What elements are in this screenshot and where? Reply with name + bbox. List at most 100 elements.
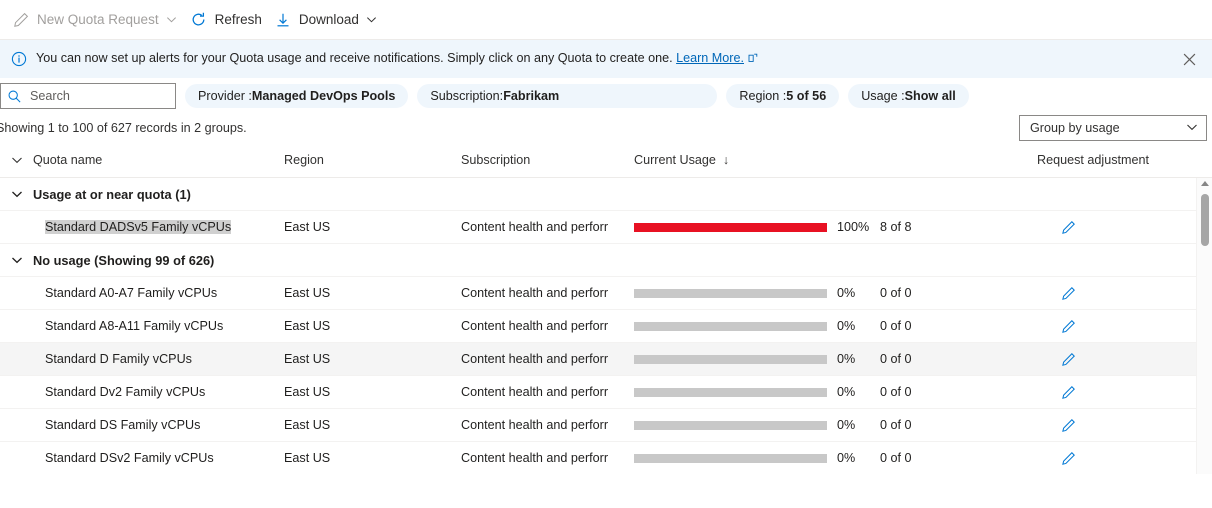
cell-subscription: Content health and perforr — [461, 352, 609, 366]
pencil-icon[interactable] — [1059, 350, 1077, 368]
header-quota-name[interactable]: Quota name — [33, 153, 284, 167]
usage-count: 8 of 8 — [880, 220, 912, 234]
cell-request-adjustment — [1037, 284, 1204, 302]
summary-bar: Showing 1 to 100 of 627 records in 2 gro… — [0, 114, 1212, 142]
header-region[interactable]: Region — [284, 153, 461, 167]
arrow-up-icon[interactable] — [1200, 181, 1209, 186]
usage-count: 0 of 0 — [880, 385, 912, 399]
pencil-icon[interactable] — [1059, 416, 1077, 434]
usage-bar — [634, 222, 827, 232]
usage-count: 0 of 0 — [880, 451, 912, 465]
download-label: Download — [298, 11, 359, 27]
cell-quota-name[interactable]: Standard DS Family vCPUs — [33, 418, 284, 432]
cell-subscription: Content health and perforr — [461, 286, 609, 300]
cell-current-usage: 0% 0 of 0 — [634, 286, 1037, 300]
new-quota-request-label: New Quota Request — [37, 11, 159, 27]
refresh-label: Refresh — [214, 11, 262, 27]
cell-subscription: Content health and perforr — [461, 220, 609, 234]
usage-bar-fill — [634, 222, 827, 232]
filter-pill-region[interactable]: Region : 5 of 56 — [726, 84, 840, 108]
table-row[interactable]: Standard Dv2 Family vCPUs East US Conten… — [0, 376, 1212, 409]
download-button[interactable]: Download — [268, 4, 384, 36]
pencil-icon[interactable] — [1059, 218, 1077, 236]
cell-current-usage: 100% 8 of 8 — [634, 220, 1037, 234]
scroll-thumb[interactable] — [1201, 194, 1209, 246]
group-header-row[interactable]: Usage at or near quota (1) — [0, 178, 1212, 211]
cell-request-adjustment — [1037, 449, 1204, 467]
cell-request-adjustment — [1037, 383, 1204, 401]
header-current-usage[interactable]: Current Usage ↓ — [634, 153, 1037, 167]
usage-bar — [634, 453, 827, 463]
banner-text: You can now set up alerts for your Quota… — [36, 51, 758, 67]
filter-pill-subscription[interactable]: Subscription: Fabrikam — [417, 84, 718, 108]
filter-pill-subscription-value: Fabrikam — [503, 89, 560, 103]
filter-pill-provider[interactable]: Provider : Managed DevOps Pools — [185, 84, 409, 108]
cell-current-usage: 0% 0 of 0 — [634, 451, 1037, 465]
quota-table: Quota name Region Subscription Current U… — [0, 142, 1212, 474]
cell-region: East US — [284, 451, 331, 465]
cell-quota-name[interactable]: Standard D Family vCPUs — [33, 352, 284, 366]
cell-current-usage: 0% 0 of 0 — [634, 385, 1037, 399]
usage-percent: 0% — [837, 286, 856, 300]
usage-bar — [634, 354, 827, 364]
cell-region: East US — [284, 220, 331, 234]
cell-region: East US — [284, 319, 331, 333]
search-box[interactable] — [0, 83, 176, 109]
group-expand-toggle[interactable] — [0, 254, 33, 266]
table-row[interactable]: Standard DADSv5 Family vCPUs East US Con… — [0, 211, 1212, 244]
group-by-value: Group by usage — [1030, 121, 1120, 135]
cell-region: East US — [284, 385, 331, 399]
filter-bar: Provider : Managed DevOps Pools Subscrip… — [0, 78, 1212, 114]
cell-request-adjustment — [1037, 416, 1204, 434]
group-by-dropdown[interactable]: Group by usage — [1019, 115, 1207, 141]
cell-quota-name[interactable]: Standard A8-A11 Family vCPUs — [33, 319, 284, 333]
pencil-icon[interactable] — [1059, 317, 1077, 335]
close-banner-button[interactable] — [1180, 50, 1198, 68]
filter-pill-usage-label: Usage : — [861, 89, 905, 103]
filter-pill-subscription-label: Subscription: — [430, 89, 504, 103]
filter-pill-usage[interactable]: Usage : Show all — [848, 84, 969, 108]
group-header-row[interactable]: No usage (Showing 99 of 626) — [0, 244, 1212, 277]
cell-quota-name[interactable]: Standard Dv2 Family vCPUs — [33, 385, 284, 399]
table-row[interactable]: Standard A0-A7 Family vCPUs East US Cont… — [0, 277, 1212, 310]
refresh-button[interactable]: Refresh — [184, 4, 268, 36]
pencil-icon[interactable] — [1059, 449, 1077, 467]
external-link-icon — [748, 52, 758, 67]
cell-current-usage: 0% 0 of 0 — [634, 352, 1037, 366]
cell-quota-name[interactable]: Standard A0-A7 Family vCPUs — [33, 286, 284, 300]
group-expand-toggle[interactable] — [0, 188, 33, 200]
chevron-down-icon — [1186, 121, 1198, 136]
usage-percent: 0% — [837, 418, 856, 432]
pencil-icon[interactable] — [1059, 383, 1077, 401]
filter-pill-region-value: 5 of 56 — [786, 89, 827, 103]
table-row[interactable]: Standard DS Family vCPUs East US Content… — [0, 409, 1212, 442]
cell-region: East US — [284, 352, 331, 366]
new-quota-request-button[interactable]: New Quota Request — [6, 4, 184, 36]
usage-count: 0 of 0 — [880, 352, 912, 366]
header-request-adjustment: Request adjustment — [1037, 152, 1150, 167]
filter-pill-provider-value: Managed DevOps Pools — [251, 89, 396, 103]
search-input[interactable] — [30, 89, 160, 103]
table-body: Usage at or near quota (1) Standard DADS… — [0, 178, 1212, 474]
table-row[interactable]: Standard DSv2 Family vCPUs East US Conte… — [0, 442, 1212, 474]
cell-current-usage: 0% 0 of 0 — [634, 319, 1037, 333]
cell-request-adjustment — [1037, 317, 1204, 335]
table-row[interactable]: Standard D Family vCPUs East US Content … — [0, 343, 1212, 376]
usage-bar — [634, 387, 827, 397]
table-row[interactable]: Standard A8-A11 Family vCPUs East US Con… — [0, 310, 1212, 343]
expand-all-toggle[interactable] — [0, 154, 33, 166]
cell-quota-name[interactable]: Standard DSv2 Family vCPUs — [33, 451, 284, 465]
banner-message: You can now set up alerts for your Quota… — [36, 50, 673, 65]
cell-quota-name[interactable]: Standard DADSv5 Family vCPUs — [33, 220, 284, 234]
pencil-icon[interactable] — [1059, 284, 1077, 302]
cell-subscription: Content health and perforr — [461, 451, 609, 465]
usage-count: 0 of 0 — [880, 286, 912, 300]
cell-region: East US — [284, 418, 331, 432]
table-header-row: Quota name Region Subscription Current U… — [0, 142, 1212, 178]
table-scrollbar[interactable] — [1196, 178, 1212, 474]
quota-name-text: Standard DADSv5 Family vCPUs — [45, 220, 232, 234]
filter-pill-usage-value: Show all — [904, 89, 956, 103]
usage-percent: 0% — [837, 451, 856, 465]
header-subscription[interactable]: Subscription — [461, 153, 634, 167]
learn-more-link[interactable]: Learn More. — [676, 51, 744, 65]
